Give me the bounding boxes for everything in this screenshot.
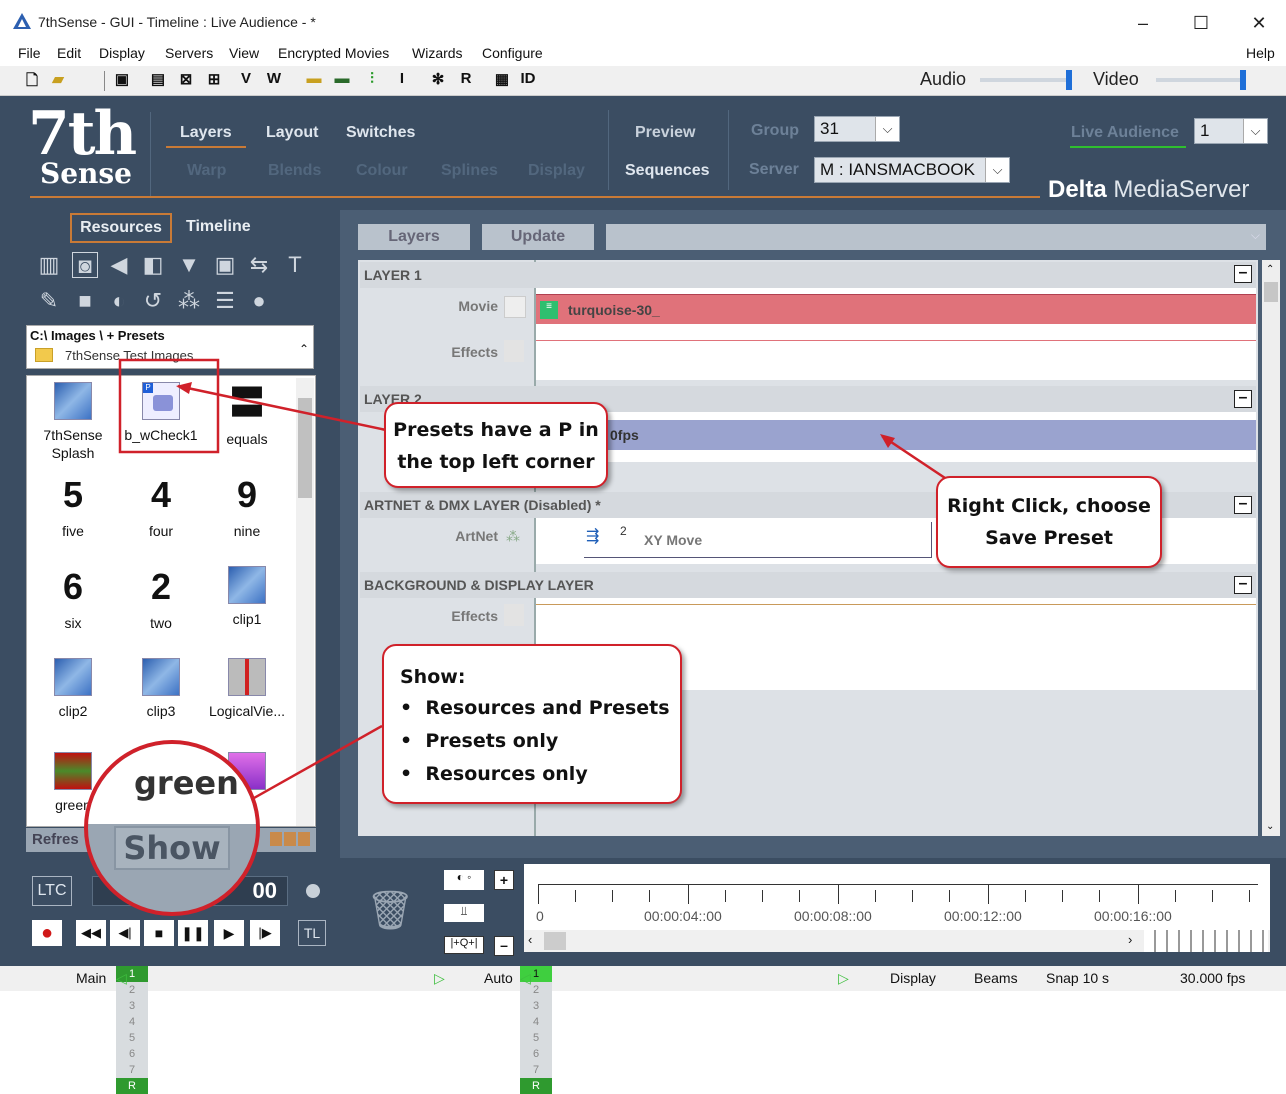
preset-highlight-box xyxy=(118,358,220,454)
display-status[interactable]: Display xyxy=(890,970,936,986)
status-slot[interactable]: 4 xyxy=(116,1014,148,1030)
zoom-green-label: green xyxy=(134,764,239,802)
show-option: • Resources only xyxy=(400,763,588,785)
show-option-text: Resources only xyxy=(425,763,588,785)
show-option: • Resources and Presets xyxy=(400,697,670,719)
status-slot[interactable]: R xyxy=(116,1078,148,1094)
status-slot[interactable]: 5 xyxy=(116,1030,148,1046)
zoom-circle: green Show xyxy=(84,740,260,916)
arrow-head xyxy=(176,382,192,394)
show-option: • Presets only xyxy=(400,730,559,752)
status-slot[interactable]: 4 xyxy=(520,1014,552,1030)
status-slot[interactable]: R xyxy=(520,1078,552,1094)
arrow-to-preset xyxy=(177,384,387,432)
main-label: Main xyxy=(76,970,107,986)
arrow-head xyxy=(880,434,895,448)
show-callout: Show: • Resources and Presets • Presets … xyxy=(382,644,682,804)
status-slot[interactable]: 3 xyxy=(520,998,552,1014)
beams-status[interactable]: Beams xyxy=(974,970,1018,986)
status-slot[interactable]: 3 xyxy=(116,998,148,1014)
next-icon[interactable]: ▷ xyxy=(434,970,445,987)
right-click-callout: Right Click, choose Save Preset xyxy=(936,476,1162,568)
status-slot[interactable]: 5 xyxy=(520,1030,552,1046)
show-button[interactable]: Show xyxy=(114,826,230,870)
status-slot[interactable]: 7 xyxy=(520,1062,552,1078)
status-bar: Main ◁ 1 2 3 4 5 6 7 R ▷ Auto ◁ 1 2 3 4 5 6 7 R ▷ Display … xyxy=(0,966,1286,1094)
status-slot[interactable]: 6 xyxy=(116,1046,148,1062)
main-buttons: ◁ 1 2 3 4 5 6 7 R ▷ xyxy=(116,966,456,1094)
auto-buttons: ◁ 1 2 3 4 5 6 7 R ▷ xyxy=(520,966,860,1094)
show-option-text: Resources and Presets xyxy=(425,697,670,719)
presets-callout: Presets have a P in the top left corner xyxy=(384,402,608,488)
prev-icon[interactable]: ◁ xyxy=(520,970,531,987)
status-slot[interactable]: 6 xyxy=(520,1046,552,1062)
show-callout-title: Show: xyxy=(400,666,466,688)
next-icon[interactable]: ▷ xyxy=(838,970,849,987)
prev-icon[interactable]: ◁ xyxy=(116,970,127,987)
show-option-text: Presets only xyxy=(425,730,559,752)
auto-label: Auto xyxy=(484,970,513,986)
fps-status: 30.000 fps xyxy=(1180,970,1246,986)
status-slot[interactable]: 7 xyxy=(116,1062,148,1078)
snap-status[interactable]: Snap 10 s xyxy=(1046,970,1109,986)
